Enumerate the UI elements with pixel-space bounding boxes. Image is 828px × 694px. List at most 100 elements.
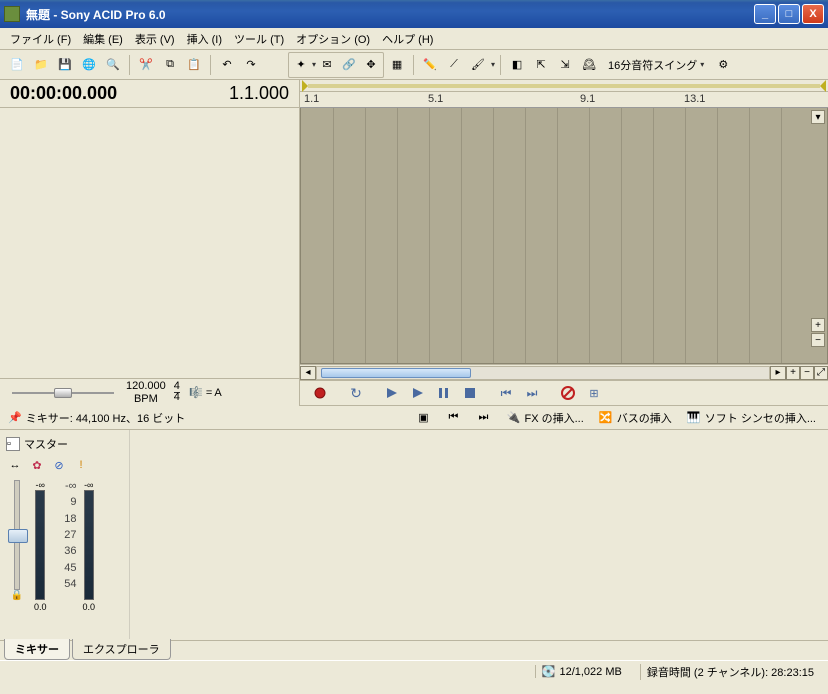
cut-button[interactable]: ✂️ [135, 54, 157, 76]
prev-channel-button[interactable]: ⏮ [441, 408, 465, 428]
metronome-icon: 🕰 [581, 57, 597, 73]
go-to-start-button[interactable]: ⏮ [494, 383, 518, 403]
window-title: 無題 - Sony ACID Pro 6.0 [26, 6, 754, 23]
menu-tools[interactable]: ツール (T) [228, 29, 290, 49]
eraser-icon: ◧ [509, 57, 525, 73]
maximize-button[interactable]: □ [778, 4, 800, 24]
next-channel-button[interactable]: ⏭ [471, 408, 495, 428]
tool-draw-button[interactable]: ▦ [386, 54, 408, 76]
metronome-button[interactable]: 🕰 [578, 54, 600, 76]
record-arm-button[interactable] [556, 383, 580, 403]
eraser2-button[interactable]: ◧ [506, 54, 528, 76]
tab-explorer[interactable]: エクスプローラ [72, 639, 171, 660]
brush-button[interactable]: 🖌 [467, 54, 489, 76]
copy-button[interactable]: ⧉ [159, 54, 181, 76]
hzoom-fit-button[interactable]: ⤢ [814, 366, 828, 380]
redo-icon: ↷ [243, 57, 259, 73]
tool-move-button[interactable]: ✥ [360, 54, 382, 76]
downmix-icon: ▣ [415, 410, 431, 426]
quantize-button[interactable]: ⇲ [554, 54, 576, 76]
scroll-right-button[interactable]: ▸ [770, 366, 786, 380]
bus-insert-button[interactable]: 🔀バスの挿入 [594, 408, 676, 428]
menu-help[interactable]: ヘルプ (H) [376, 29, 439, 49]
menu-insert[interactable]: 挿入 (I) [181, 29, 228, 49]
fx-icon: 🔌 [505, 410, 521, 426]
master-channel: ▫ マスター ↔ ✿ ⊘ ! 🔒 -∞ 0.0 -∞ 9 [0, 430, 130, 640]
master-mute-button[interactable]: ⊘ [50, 456, 68, 474]
track-canvas[interactable]: ▾ + − [300, 108, 828, 364]
hzoom-out-button[interactable]: − [800, 366, 814, 380]
search-button[interactable]: 🔍 [102, 54, 124, 76]
vzoom-in-button[interactable]: + [811, 318, 825, 332]
publish-button[interactable]: 🌐 [78, 54, 100, 76]
title-bar: 無題 - Sony ACID Pro 6.0 _ □ X [0, 0, 828, 28]
downmix-button[interactable]: ▣ [411, 408, 435, 428]
go-to-end-button[interactable]: ⏭ [520, 383, 544, 403]
settings-button[interactable]: ⊞ [582, 383, 606, 403]
draw-icon: ▦ [389, 57, 405, 73]
scroll-thumb[interactable] [321, 368, 471, 378]
envelope-icon: ✉ [319, 57, 335, 73]
chevron-down-icon[interactable]: ▾ [491, 60, 495, 69]
bpm-label: BPM [126, 393, 166, 405]
document-icon: 📄 [9, 57, 25, 73]
loop-region[interactable] [308, 84, 820, 88]
peak-l: -∞ [36, 480, 45, 490]
tempo-slider[interactable] [8, 384, 118, 402]
minimize-button[interactable]: _ [754, 4, 776, 24]
stop-button[interactable] [458, 383, 482, 403]
new-button[interactable]: 📄 [6, 54, 28, 76]
open-button[interactable]: 📁 [30, 54, 52, 76]
paste-button[interactable]: 📋 [183, 54, 205, 76]
lock-icon[interactable]: 🔒 [11, 590, 23, 601]
tab-mixer[interactable]: ミキサー [4, 639, 70, 660]
track-list[interactable] [0, 108, 299, 378]
tool-select-button[interactable]: ✦ [290, 54, 312, 76]
tool-loop-button[interactable]: 🔗 [338, 54, 360, 76]
loop-play-button[interactable]: ↻ [344, 383, 368, 403]
master-fx-button[interactable]: ↔ [6, 456, 24, 474]
time-signature[interactable]: 4 4 [174, 382, 180, 403]
play-from-start-button[interactable] [380, 383, 404, 403]
pause-button[interactable] [432, 383, 456, 403]
master-fader[interactable] [14, 480, 20, 590]
master-settings-button[interactable]: ✿ [28, 456, 46, 474]
undo-button[interactable]: ↶ [216, 54, 238, 76]
hzoom-in-button[interactable]: + [786, 366, 800, 380]
swing-dropdown[interactable]: 16分音符スイング ▾ [602, 55, 710, 75]
menu-edit[interactable]: 編集 (E) [77, 29, 129, 49]
pencil-button[interactable]: ✏️ [419, 54, 441, 76]
loop-end-marker[interactable] [820, 80, 826, 92]
scroll-left-button[interactable]: ◂ [300, 366, 316, 380]
synth-insert-button[interactable]: 🎹ソフト シンセの挿入... [682, 408, 820, 428]
master-select-box[interactable]: ▫ [6, 437, 20, 451]
marker-button[interactable]: ▾ [811, 110, 825, 124]
tuning-readout[interactable]: 🎼 = A [188, 385, 222, 401]
tool-envelope-button[interactable]: ✉ [316, 54, 338, 76]
eraser-button[interactable]: ⟋ [443, 54, 465, 76]
tempo-bar: 120.000 BPM 4 4 🎼 = A [0, 378, 299, 406]
tempo-readout[interactable]: 120.000 BPM [126, 380, 166, 404]
loop-region-strip[interactable] [300, 80, 828, 92]
save-button[interactable]: 💾 [54, 54, 76, 76]
menu-file[interactable]: ファイル (F) [4, 29, 77, 49]
menu-view[interactable]: 表示 (V) [129, 29, 181, 49]
close-button[interactable]: X [802, 4, 824, 24]
folder-icon: 📁 [33, 57, 49, 73]
slider-thumb[interactable] [54, 388, 72, 398]
pin-icon[interactable]: 📌 [8, 411, 22, 424]
options-button[interactable]: ⚙ [712, 54, 734, 76]
play-button[interactable] [406, 383, 430, 403]
vzoom-out-button[interactable]: − [811, 333, 825, 347]
record-button[interactable] [308, 383, 332, 403]
scroll-track[interactable] [316, 366, 770, 380]
redo-button[interactable]: ↷ [240, 54, 262, 76]
app-icon [4, 6, 20, 22]
fader-thumb[interactable] [8, 529, 28, 543]
time-ruler[interactable]: 1.1 5.1 9.1 13.1 [300, 92, 828, 108]
horizontal-scrollbar: ◂ ▸ + − ⤢ [300, 364, 828, 380]
menu-options[interactable]: オプション (O) [290, 29, 376, 49]
snap-button[interactable]: ⇱ [530, 54, 552, 76]
fx-insert-button[interactable]: 🔌FX の挿入... [501, 408, 587, 428]
master-solo-button[interactable]: ! [72, 456, 90, 474]
